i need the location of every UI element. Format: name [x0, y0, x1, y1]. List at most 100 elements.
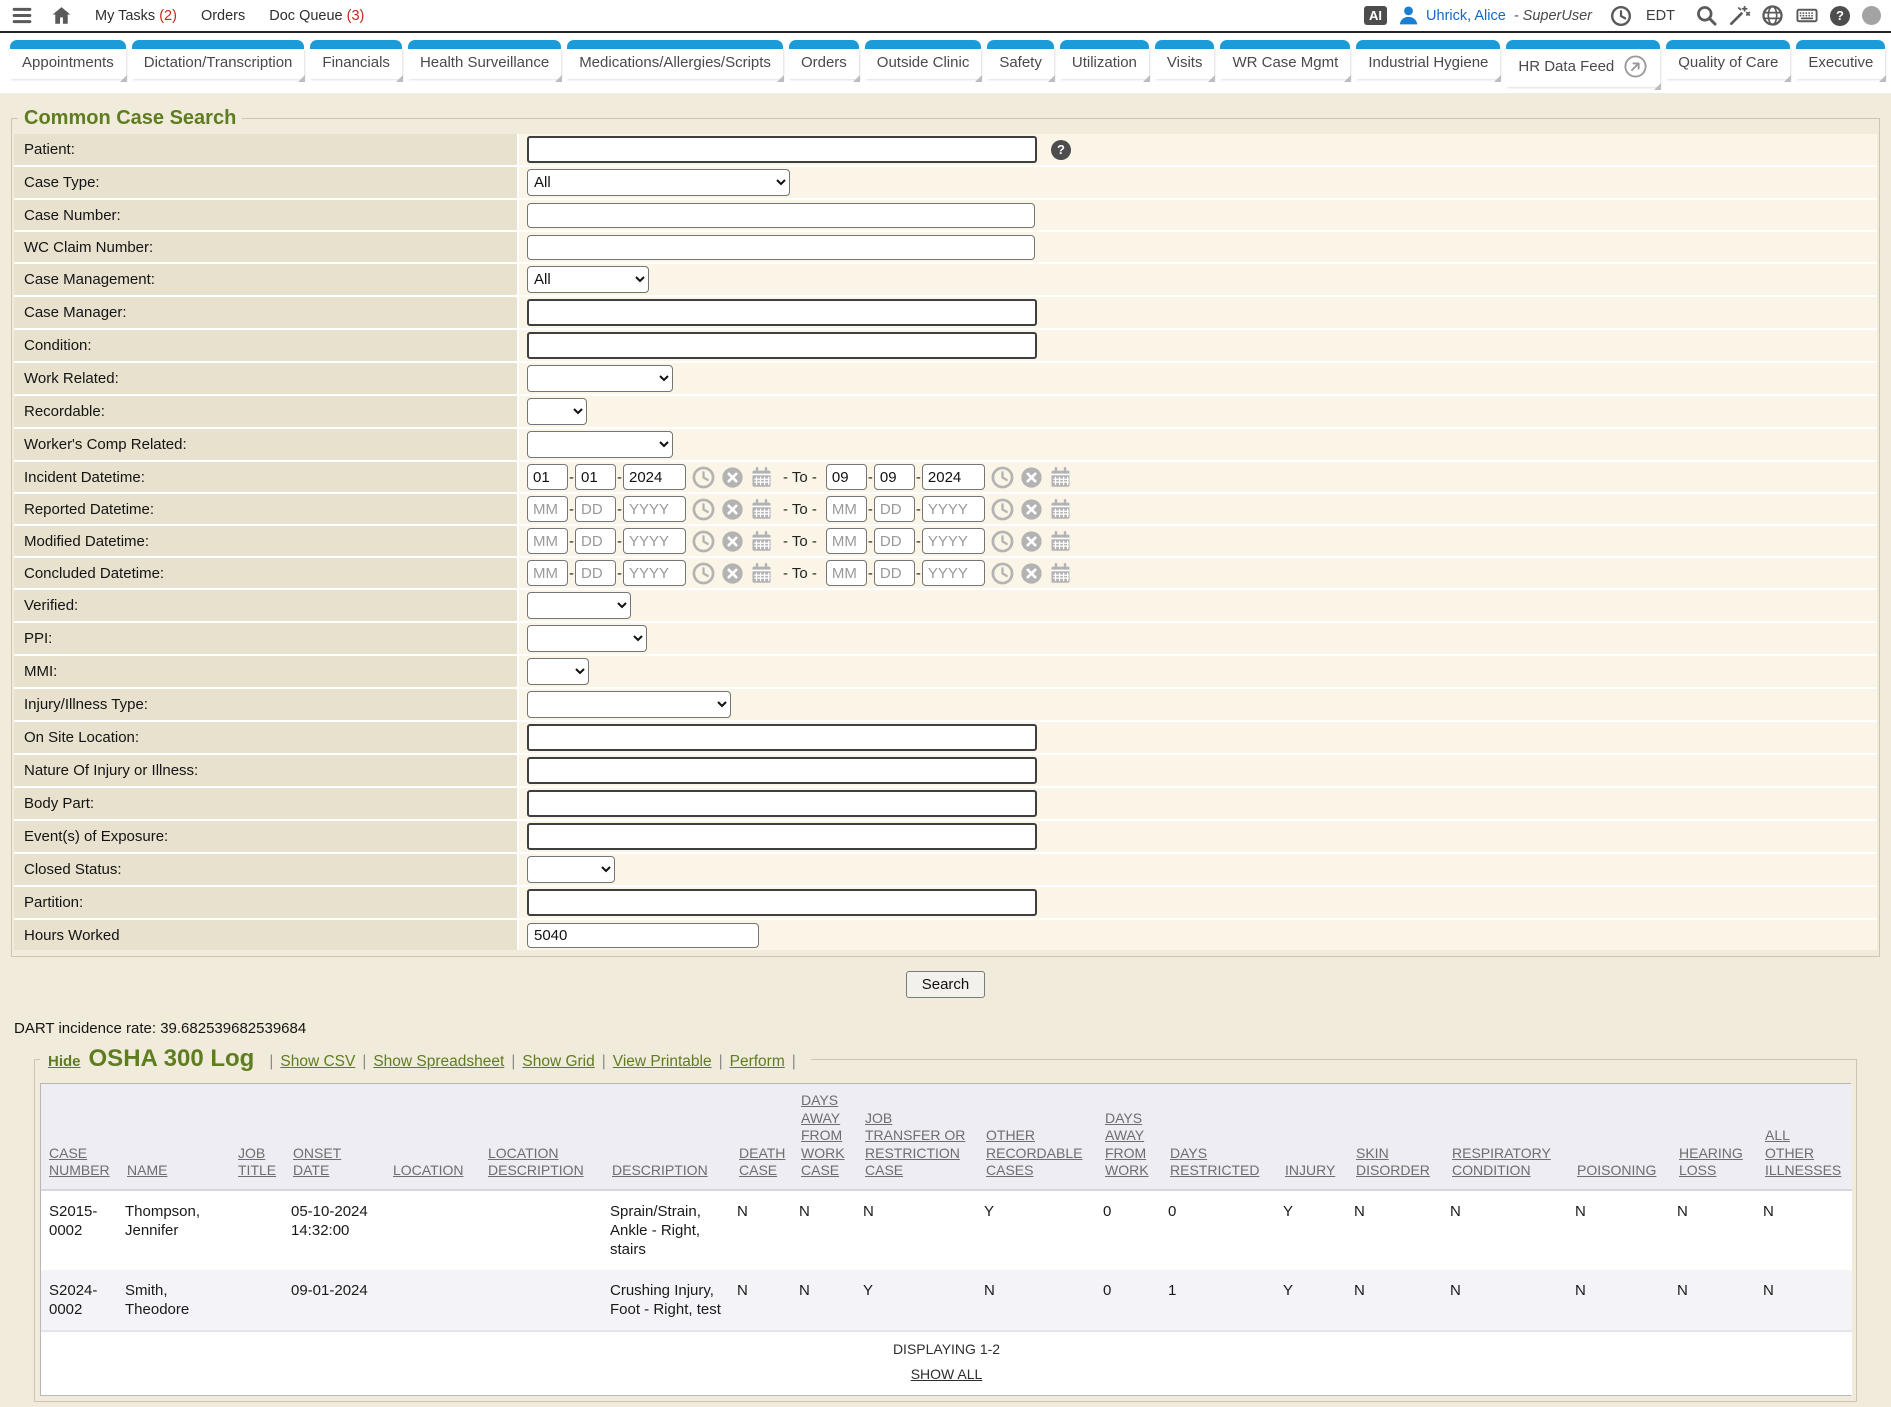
table-row[interactable]: S2024-0002Smith, Theodore09-01-2024Crush… — [41, 1270, 1852, 1331]
time-picker-icon[interactable] — [991, 498, 1014, 521]
work-related-select[interactable] — [527, 365, 673, 392]
time-picker-icon[interactable] — [991, 530, 1014, 553]
date-mm-input[interactable] — [527, 528, 568, 554]
tab-utilization[interactable]: Utilization — [1060, 40, 1149, 79]
external-link-icon[interactable] — [1623, 54, 1648, 79]
calendar-icon[interactable] — [1049, 498, 1072, 521]
perform-link[interactable]: Perform — [730, 1053, 785, 1070]
sort-link-skin-disorder[interactable]: SKIN DISORDER — [1356, 1145, 1430, 1179]
date-mm-input[interactable] — [527, 464, 568, 490]
calendar-icon[interactable] — [750, 466, 773, 489]
sort-link-description[interactable]: DESCRIPTION — [612, 1162, 708, 1178]
date-dd-input[interactable] — [874, 560, 915, 586]
clear-date-icon[interactable] — [1020, 530, 1043, 553]
tab-orders[interactable]: Orders — [789, 40, 859, 79]
field-help-icon[interactable]: ? — [1051, 140, 1071, 160]
show-all-link[interactable]: SHOW ALL — [911, 1366, 983, 1382]
tab-wr-case-mgmt[interactable]: WR Case Mgmt — [1220, 40, 1350, 79]
nav-my-tasks[interactable]: My Tasks (2) — [95, 8, 177, 24]
tab-dictation-transcription[interactable]: Dictation/Transcription — [132, 40, 305, 79]
date-mm-input[interactable] — [527, 560, 568, 586]
date-mm-input[interactable] — [826, 496, 867, 522]
clear-date-icon[interactable] — [721, 562, 744, 585]
sort-link-location[interactable]: LOCATION — [393, 1162, 464, 1178]
nature-of-injury-or-illness-input[interactable] — [527, 757, 1037, 784]
tab-quality-of-care[interactable]: Quality of Care — [1666, 40, 1790, 79]
recordable-select[interactable] — [527, 398, 587, 425]
tab-hr-data-feed[interactable]: HR Data Feed — [1506, 40, 1660, 87]
sort-link-respiratory-condition[interactable]: RESPIRATORY CONDITION — [1452, 1145, 1551, 1179]
time-picker-icon[interactable] — [991, 562, 1014, 585]
nav-orders[interactable]: Orders — [201, 8, 245, 24]
on-site-location-input[interactable] — [527, 724, 1037, 751]
case-number-input[interactable] — [527, 203, 1035, 228]
calendar-icon[interactable] — [1049, 466, 1072, 489]
tab-safety[interactable]: Safety — [987, 40, 1054, 79]
date-yyyy-input[interactable] — [623, 464, 686, 490]
date-dd-input[interactable] — [575, 464, 616, 490]
case-type-select[interactable]: All — [527, 169, 790, 196]
time-picker-icon[interactable] — [692, 562, 715, 585]
keyboard-icon[interactable] — [1794, 4, 1820, 27]
calendar-icon[interactable] — [750, 562, 773, 585]
sort-link-hearing-loss[interactable]: HEARING LOSS — [1679, 1145, 1743, 1179]
show-grid-link[interactable]: Show Grid — [522, 1053, 594, 1070]
nav-doc-queue[interactable]: Doc Queue (3) — [269, 8, 364, 24]
event-s-of-exposure-input[interactable] — [527, 823, 1037, 850]
clear-date-icon[interactable] — [721, 498, 744, 521]
worker-s-comp-related-select[interactable] — [527, 431, 673, 458]
closed-status-select[interactable] — [527, 856, 615, 883]
sort-link-poisoning[interactable]: POISONING — [1577, 1162, 1656, 1178]
date-yyyy-input[interactable] — [922, 464, 985, 490]
calendar-icon[interactable] — [750, 498, 773, 521]
tab-visits[interactable]: Visits — [1155, 40, 1215, 79]
ppi-select[interactable] — [527, 625, 647, 652]
calendar-icon[interactable] — [1049, 530, 1072, 553]
user-name-link[interactable]: Uhrick, Alice — [1426, 8, 1506, 24]
sort-link-onset-date[interactable]: ONSET DATE — [293, 1145, 341, 1179]
ai-badge[interactable]: AI — [1364, 6, 1387, 25]
sort-link-job-transfer-or-restriction-case[interactable]: JOB TRANSFER OR RESTRICTION CASE — [865, 1110, 965, 1179]
injury-illness-type-select[interactable] — [527, 691, 731, 718]
case-management-select[interactable]: All — [527, 266, 649, 293]
help-icon[interactable]: ? — [1830, 6, 1850, 26]
sort-link-case-number[interactable]: CASE NUMBER — [49, 1145, 110, 1179]
patient-input[interactable] — [527, 136, 1037, 163]
clear-date-icon[interactable] — [1020, 562, 1043, 585]
condition-input[interactable] — [527, 332, 1037, 359]
body-part-input[interactable] — [527, 790, 1037, 817]
calendar-icon[interactable] — [750, 530, 773, 553]
home-icon[interactable] — [50, 4, 73, 27]
hours-worked-input[interactable] — [527, 923, 759, 948]
sort-link-other-recordable-cases[interactable]: OTHER RECORDABLE CASES — [986, 1127, 1082, 1178]
date-dd-input[interactable] — [874, 528, 915, 554]
date-mm-input[interactable] — [826, 464, 867, 490]
date-yyyy-input[interactable] — [623, 528, 686, 554]
time-picker-icon[interactable] — [692, 530, 715, 553]
date-mm-input[interactable] — [826, 528, 867, 554]
time-picker-icon[interactable] — [692, 466, 715, 489]
tab-outside-clinic[interactable]: Outside Clinic — [865, 40, 982, 79]
clear-date-icon[interactable] — [721, 530, 744, 553]
date-yyyy-input[interactable] — [922, 528, 985, 554]
mmi-select[interactable] — [527, 658, 589, 685]
tab-executive[interactable]: Executive — [1796, 40, 1885, 79]
tab-industrial-hygiene[interactable]: Industrial Hygiene — [1356, 40, 1500, 79]
timezone-clock-icon[interactable] — [1610, 5, 1632, 27]
date-dd-input[interactable] — [575, 528, 616, 554]
sort-link-days-away-from-work[interactable]: DAYS AWAY FROM WORK — [1105, 1110, 1149, 1179]
search-button[interactable]: Search — [906, 971, 986, 998]
date-yyyy-input[interactable] — [922, 496, 985, 522]
sort-link-days-away-from-work-case[interactable]: DAYS AWAY FROM WORK CASE — [801, 1092, 845, 1178]
case-manager-input[interactable] — [527, 299, 1037, 326]
sort-link-name[interactable]: NAME — [127, 1162, 167, 1178]
wc-claim-number-input[interactable] — [527, 235, 1035, 260]
date-yyyy-input[interactable] — [922, 560, 985, 586]
wand-icon[interactable] — [1728, 4, 1751, 27]
date-mm-input[interactable] — [826, 560, 867, 586]
hide-link[interactable]: Hide — [48, 1053, 81, 1070]
tab-medications-allergies-scripts[interactable]: Medications/Allergies/Scripts — [567, 40, 783, 79]
date-yyyy-input[interactable] — [623, 496, 686, 522]
sort-link-location-description[interactable]: LOCATION DESCRIPTION — [488, 1145, 584, 1179]
hamburger-menu-icon[interactable] — [10, 5, 34, 26]
